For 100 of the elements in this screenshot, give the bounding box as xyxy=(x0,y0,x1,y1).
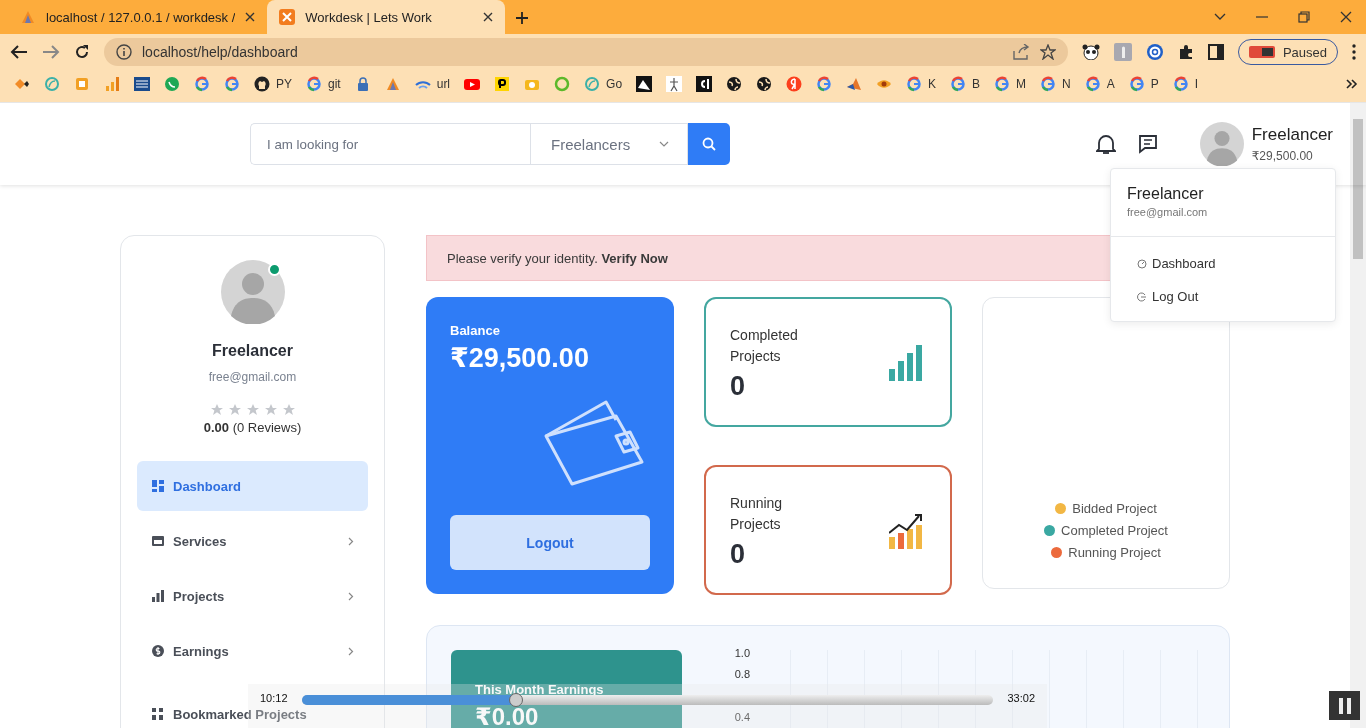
menu-item[interactable]: Dashboard xyxy=(1111,247,1335,280)
google-icon xyxy=(1040,76,1057,92)
google-icon xyxy=(950,76,967,92)
play-icon xyxy=(464,76,481,92)
sail-icon xyxy=(20,9,36,25)
bookmark-link[interactable]: B xyxy=(950,76,981,92)
sidebar-item[interactable]: Bookmarked Projects xyxy=(137,702,368,726)
globe-icon xyxy=(756,76,773,92)
category-dropdown[interactable]: Freelancers xyxy=(530,123,688,165)
bookmark-link[interactable] xyxy=(636,76,653,92)
chevron-down-icon[interactable] xyxy=(1214,13,1226,21)
stat-value: 0 xyxy=(730,539,747,570)
bookmark-link[interactable]: git xyxy=(306,76,341,92)
bookmark-link[interactable]: P xyxy=(1128,76,1159,92)
search-button[interactable] xyxy=(688,123,730,165)
balance-label: Balance xyxy=(450,323,501,338)
elapsed-time: 10:12 xyxy=(260,692,288,704)
star-icon xyxy=(264,404,277,416)
panda-icon[interactable] xyxy=(1081,44,1100,60)
bookmark-link[interactable] xyxy=(696,76,713,92)
close-icon[interactable] xyxy=(483,12,494,22)
bookmark-link[interactable] xyxy=(494,76,511,92)
new-tab-icon[interactable] xyxy=(515,11,530,25)
bookmark-link[interactable]: K xyxy=(906,76,937,92)
bookmark-link[interactable]: Go xyxy=(584,76,623,92)
leaf-icon xyxy=(44,76,60,92)
bar-chart-icon xyxy=(104,76,120,92)
grid-icon xyxy=(74,76,90,92)
stat-label: Completed Projects xyxy=(730,326,799,366)
chat-bubble-icon xyxy=(164,76,180,92)
google-icon xyxy=(1084,76,1101,92)
progress-track[interactable] xyxy=(301,695,994,705)
bookmark-link[interactable] xyxy=(726,76,743,92)
back-arrow-icon[interactable] xyxy=(10,44,28,60)
pause-button[interactable] xyxy=(1329,691,1360,720)
total-time: 33:02 xyxy=(1007,692,1035,704)
balance-amount: ₹29,500.00 xyxy=(450,342,590,374)
menu-item[interactable]: Log Out xyxy=(1111,280,1335,313)
google-icon xyxy=(224,76,240,92)
google-icon xyxy=(816,76,833,92)
sidebar-item[interactable]: Services xyxy=(137,516,368,566)
close-icon[interactable] xyxy=(1340,11,1352,23)
rating-text: 0.00 (0 Reviews) xyxy=(203,420,302,435)
user-menu-toggle[interactable]: Freelancer ₹29,500.00 xyxy=(1199,122,1333,166)
pause-icon xyxy=(1337,697,1352,714)
chat-icon[interactable] xyxy=(1137,134,1158,154)
letter-p-icon xyxy=(494,76,511,92)
browser-tab[interactable]: localhost / 127.0.0.1 / workdesk / xyxy=(8,0,268,34)
bookmark-link[interactable]: M xyxy=(994,76,1027,92)
bookmark-link[interactable]: A xyxy=(1084,76,1115,92)
star-icon[interactable] xyxy=(1039,44,1056,60)
bookmark-link[interactable] xyxy=(756,76,773,92)
url-text: localhost/help/dashboard xyxy=(142,44,299,60)
bookmark-link[interactable]: N xyxy=(1040,76,1071,92)
bookmark-link[interactable]: PY xyxy=(254,76,292,92)
info-icon[interactable] xyxy=(116,44,132,60)
close-icon[interactable] xyxy=(245,12,256,22)
more-icon[interactable] xyxy=(1352,44,1356,60)
ring-icon xyxy=(554,76,571,92)
bookmark-link[interactable]: I xyxy=(1172,76,1199,92)
photo-icon xyxy=(636,76,653,92)
google-icon xyxy=(994,76,1011,92)
bookmark-link[interactable]: url xyxy=(414,76,451,92)
avatar-icon xyxy=(220,260,285,324)
logout-icon xyxy=(1137,291,1147,302)
profile-badge-icon xyxy=(1248,46,1275,58)
sidebar-item[interactable]: Dashboard xyxy=(137,461,368,511)
sidebar-item[interactable]: Earnings xyxy=(137,626,368,676)
google-icon xyxy=(906,76,923,92)
earnings-label: This Month Earnings xyxy=(475,682,605,697)
sidebar-icon[interactable] xyxy=(1207,44,1224,60)
bookmark-link[interactable] xyxy=(14,76,30,92)
progress-handle[interactable] xyxy=(509,693,524,707)
profile-button[interactable]: Paused xyxy=(1237,39,1338,65)
browser-tab[interactable]: Workdesk | Lets Work xyxy=(267,0,506,34)
star-icon xyxy=(246,404,259,416)
alert-text: Please verify your identity. Verify Now xyxy=(447,250,668,266)
app-logo-icon xyxy=(279,9,296,25)
letter-a-icon[interactable] xyxy=(1145,43,1164,61)
double-chevron-icon[interactable] xyxy=(1346,79,1358,89)
share-icon[interactable] xyxy=(1011,44,1030,60)
search-field[interactable]: I am looking for xyxy=(250,123,530,165)
google-icon xyxy=(194,76,210,92)
logout-button[interactable]: Logout xyxy=(450,515,650,570)
axis-label: 0.8 xyxy=(734,668,750,680)
bar-chart-icon xyxy=(151,589,165,603)
menu-user-email: free@gmail.com xyxy=(1127,206,1209,218)
scrollbar[interactable] xyxy=(1350,103,1366,728)
bell-icon[interactable] xyxy=(1095,133,1116,155)
bookmark-link[interactable] xyxy=(134,76,150,92)
legend-item: Completed Project xyxy=(1044,523,1168,538)
figure-icon xyxy=(666,76,683,92)
puzzle-icon[interactable] xyxy=(1177,44,1194,60)
user-balance: ₹29,500.00 xyxy=(1251,149,1314,163)
sail-icon xyxy=(384,76,401,92)
restore-icon[interactable] xyxy=(1298,11,1310,23)
forward-arrow-icon[interactable] xyxy=(42,44,60,60)
address-bar[interactable]: localhost/help/dashboard xyxy=(104,38,1068,66)
sidebar-item[interactable]: Projects xyxy=(137,571,368,621)
reload-icon[interactable] xyxy=(74,44,90,60)
